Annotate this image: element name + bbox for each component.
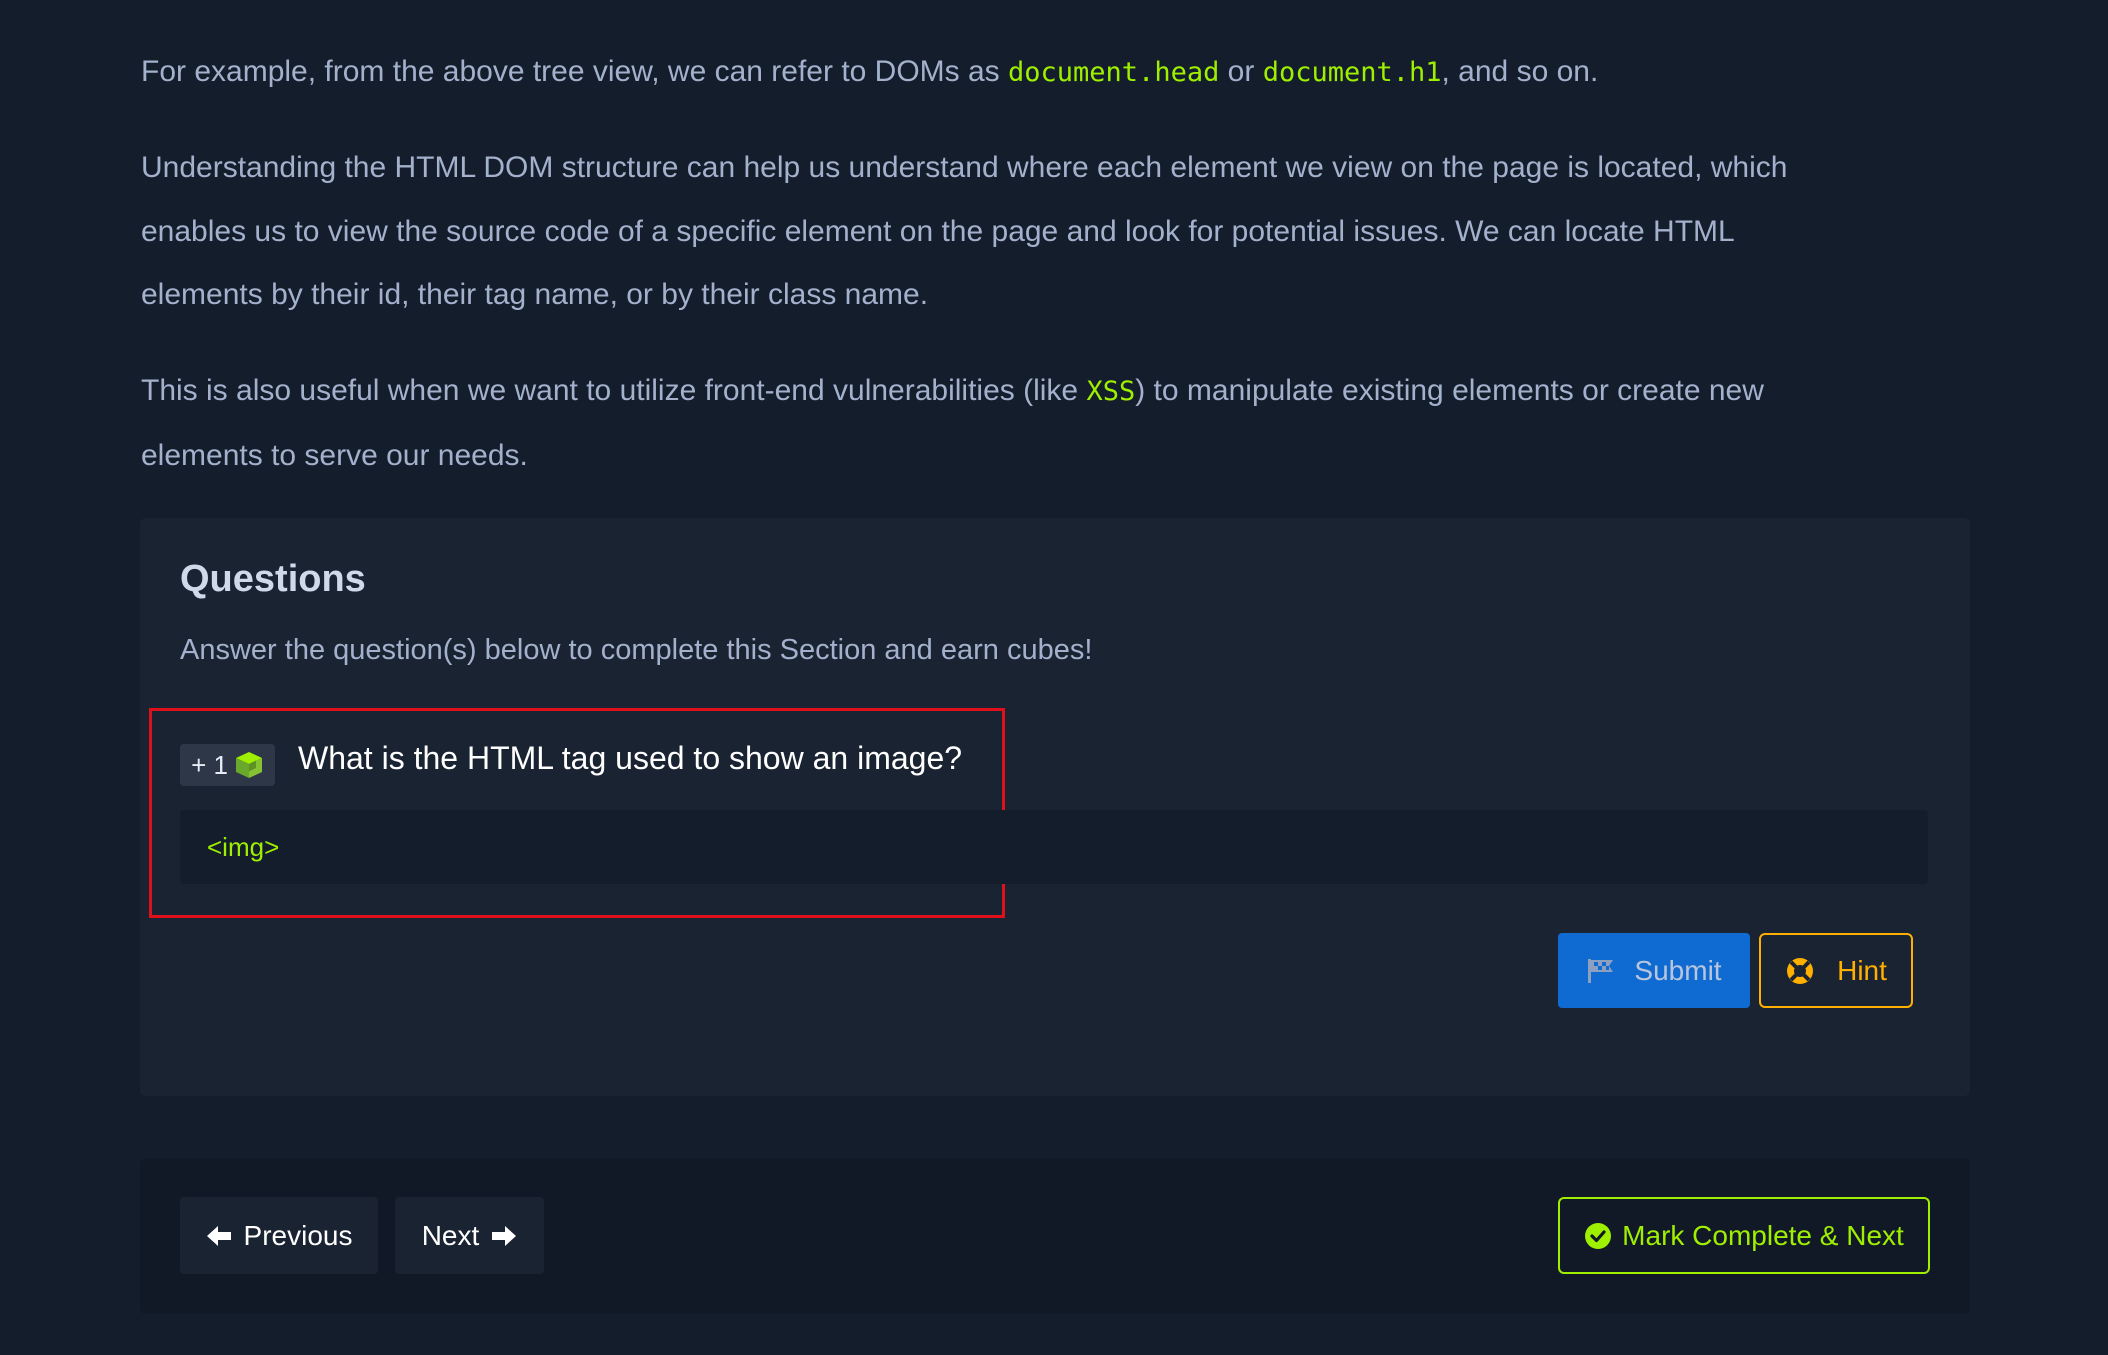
paragraph-text: This is also useful when we want to util… bbox=[141, 374, 1087, 407]
question-text: What is the HTML tag used to show an ima… bbox=[298, 740, 963, 776]
questions-title: Questions bbox=[180, 558, 366, 600]
paragraph-line: elements by their id, their tag name, or… bbox=[141, 278, 929, 311]
lifebuoy-icon bbox=[1787, 957, 1814, 984]
previous-label: Previous bbox=[243, 1219, 353, 1251]
hint-button[interactable]: Hint bbox=[1759, 933, 1913, 1008]
next-label: Next bbox=[421, 1219, 480, 1251]
paragraph-xss: This is also useful when we want to util… bbox=[141, 359, 1764, 487]
check-circle-icon bbox=[1585, 1222, 1612, 1249]
paragraph-text: For example, from the above tree view, w… bbox=[141, 55, 1009, 88]
paragraph-line: Understanding the HTML DOM structure can… bbox=[141, 151, 1788, 184]
paragraph-line: elements to serve our needs. bbox=[141, 438, 528, 472]
previous-button[interactable]: Previous bbox=[180, 1197, 378, 1274]
mark-complete-next-button[interactable]: Mark Complete & Next bbox=[1558, 1197, 1930, 1274]
paragraph-text: or bbox=[1219, 55, 1263, 88]
inline-code: document.h1 bbox=[1262, 57, 1442, 88]
next-button[interactable]: Next bbox=[395, 1197, 544, 1274]
paragraph-dom-structure: Understanding the HTML DOM structure can… bbox=[141, 136, 1787, 327]
hint-label: Hint bbox=[1837, 954, 1887, 986]
submit-button[interactable]: Submit bbox=[1558, 933, 1750, 1008]
inline-code: document.head bbox=[1008, 57, 1220, 88]
paragraph-text: ) to manipulate existing elements or cre… bbox=[1135, 374, 1764, 407]
inline-code: XSS bbox=[1086, 376, 1136, 407]
arrow-right-icon bbox=[492, 1225, 517, 1246]
cube-reward-badge: + 1 bbox=[180, 744, 275, 786]
badge-label: + 1 bbox=[191, 749, 228, 780]
paragraph-dom-reference: For example, from the above tree view, w… bbox=[141, 40, 1598, 104]
flag-icon bbox=[1588, 958, 1614, 983]
arrow-left-icon bbox=[206, 1225, 231, 1246]
questions-subtitle: Answer the question(s) below to complete… bbox=[180, 634, 1093, 666]
section-navigation: Previous Next Mark Complete & Next bbox=[140, 1158, 1970, 1314]
questions-card: Questions Answer the question(s) below t… bbox=[140, 518, 1970, 1096]
paragraph-line: enables us to view the source code of a … bbox=[141, 214, 1735, 248]
paragraph-text: , and so on. bbox=[1441, 55, 1599, 88]
submit-label: Submit bbox=[1634, 954, 1722, 986]
answer-input[interactable]: <img> bbox=[180, 810, 1928, 884]
cube-icon bbox=[235, 752, 262, 778]
mark-complete-label: Mark Complete & Next bbox=[1622, 1219, 1904, 1251]
